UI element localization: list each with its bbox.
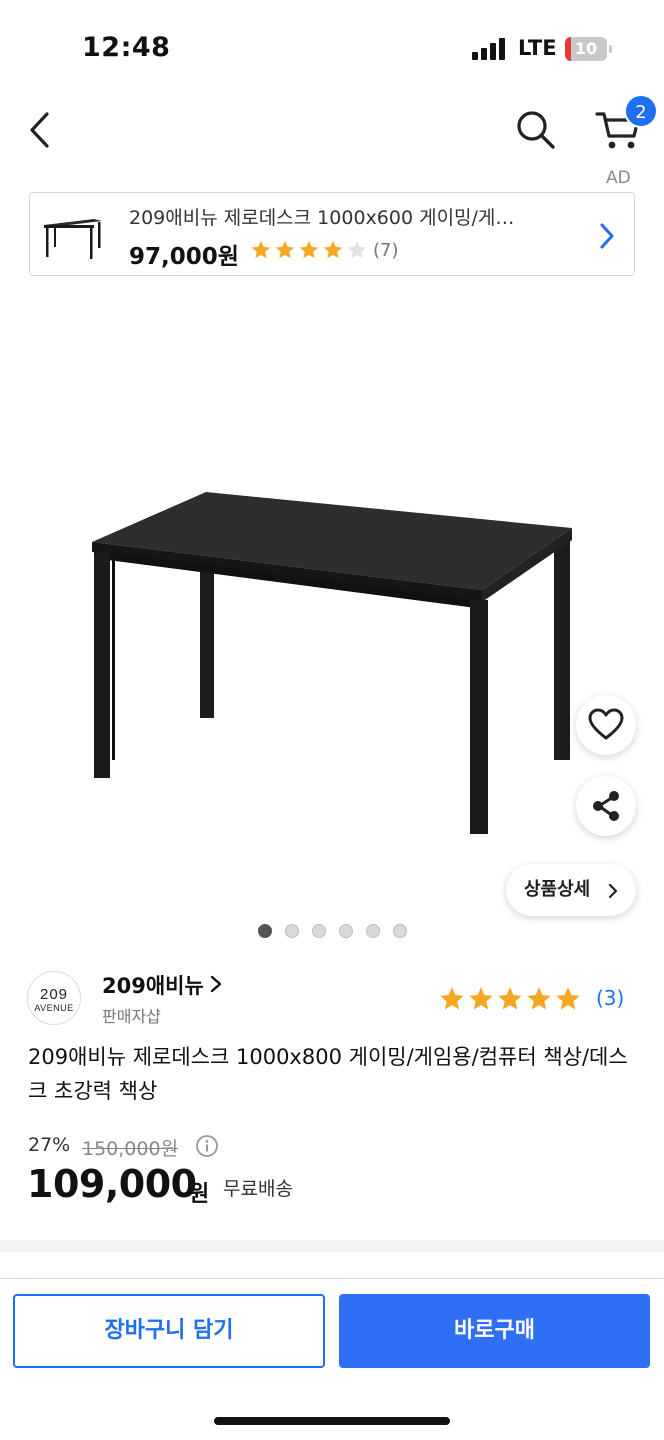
seller-logo-line2: AVENUE: [34, 1003, 74, 1013]
wishlist-button[interactable]: [576, 695, 636, 755]
seller-name-link[interactable]: 209애비뉴: [102, 970, 204, 1000]
battery-level: 10: [574, 39, 598, 58]
product-rating-stars[interactable]: [438, 985, 583, 1013]
share-button[interactable]: [576, 776, 636, 836]
pagination-dot[interactable]: [366, 924, 380, 938]
home-indicator: [214, 1417, 450, 1425]
star-filled-icon: [323, 240, 343, 259]
pagination-dot[interactable]: [339, 924, 353, 938]
signal-icon: [472, 38, 508, 60]
desk-thumbnail-icon: [44, 219, 102, 259]
original-price: 150,000원: [82, 1138, 179, 1160]
network-label: LTE: [518, 36, 557, 60]
back-button[interactable]: [22, 108, 62, 152]
sale-price: 109,000: [27, 1162, 197, 1206]
chevron-left-icon: [30, 112, 49, 148]
cart-count-badge: 2: [624, 94, 658, 128]
rating-count-link[interactable]: (3): [596, 986, 624, 1010]
add-to-cart-button[interactable]: 장바구니 담기: [13, 1294, 325, 1368]
star-filled-icon: [469, 987, 493, 1010]
star-filled-icon: [556, 987, 580, 1010]
pagination-dot[interactable]: [312, 924, 326, 938]
seller-subtitle: 판매자샵: [102, 1007, 161, 1026]
status-time: 12:48: [82, 32, 171, 63]
search-icon: [517, 111, 555, 149]
product-detail-label: 상품상세: [524, 879, 591, 900]
star-filled-icon: [527, 987, 551, 1010]
battery-nub: [609, 45, 612, 53]
seller-logo[interactable]: 209 AVENUE: [27, 971, 81, 1025]
pagination-dot[interactable]: [393, 924, 407, 938]
star-filled-icon: [251, 240, 271, 259]
price-unit: 원: [189, 1182, 210, 1207]
star-filled-icon: [275, 240, 295, 259]
star-empty-icon: [347, 240, 367, 259]
chevron-right-icon: [210, 975, 222, 993]
product-image[interactable]: [0, 290, 664, 940]
product-detail-button[interactable]: 상품상세: [506, 864, 636, 916]
status-bar: 12:48 LTE 10: [0, 0, 664, 100]
discount-rate: 27%: [28, 1134, 71, 1156]
shipping-info: 무료배송: [223, 1178, 293, 1200]
buy-now-button[interactable]: 바로구매: [339, 1294, 650, 1368]
chevron-right-icon: [608, 883, 618, 899]
ad-rating-stars: [250, 239, 370, 261]
ad-label: AD: [606, 168, 631, 188]
ad-price: 97,000원: [129, 244, 239, 270]
battery-icon: 10: [565, 37, 607, 61]
share-icon: [593, 791, 619, 821]
seller-logo-line1: 209: [39, 986, 69, 1003]
star-filled-icon: [498, 987, 522, 1010]
section-divider: [0, 1240, 664, 1252]
search-button[interactable]: [512, 106, 558, 152]
product-title: 209애비뉴 제로데스크 1000x800 게이밍/게임용/컴퓨터 책상/데스크…: [28, 1045, 628, 1103]
info-icon[interactable]: [195, 1134, 219, 1158]
pagination-dot[interactable]: [258, 924, 272, 938]
ad-title: 209애비뉴 제로데스크 1000x600 게이밍/게…: [129, 207, 515, 229]
star-filled-icon: [299, 240, 319, 259]
chevron-right-icon: [600, 223, 614, 249]
star-filled-icon: [440, 987, 464, 1010]
ad-review-count: (7): [373, 240, 399, 261]
ad-banner[interactable]: 209애비뉴 제로데스크 1000x600 게이밍/게… 97,000원 (7): [29, 192, 635, 276]
heart-icon: [588, 708, 624, 740]
pagination-dot[interactable]: [285, 924, 299, 938]
image-pagination[interactable]: [258, 924, 420, 938]
bottom-bar-divider: [0, 1278, 664, 1279]
